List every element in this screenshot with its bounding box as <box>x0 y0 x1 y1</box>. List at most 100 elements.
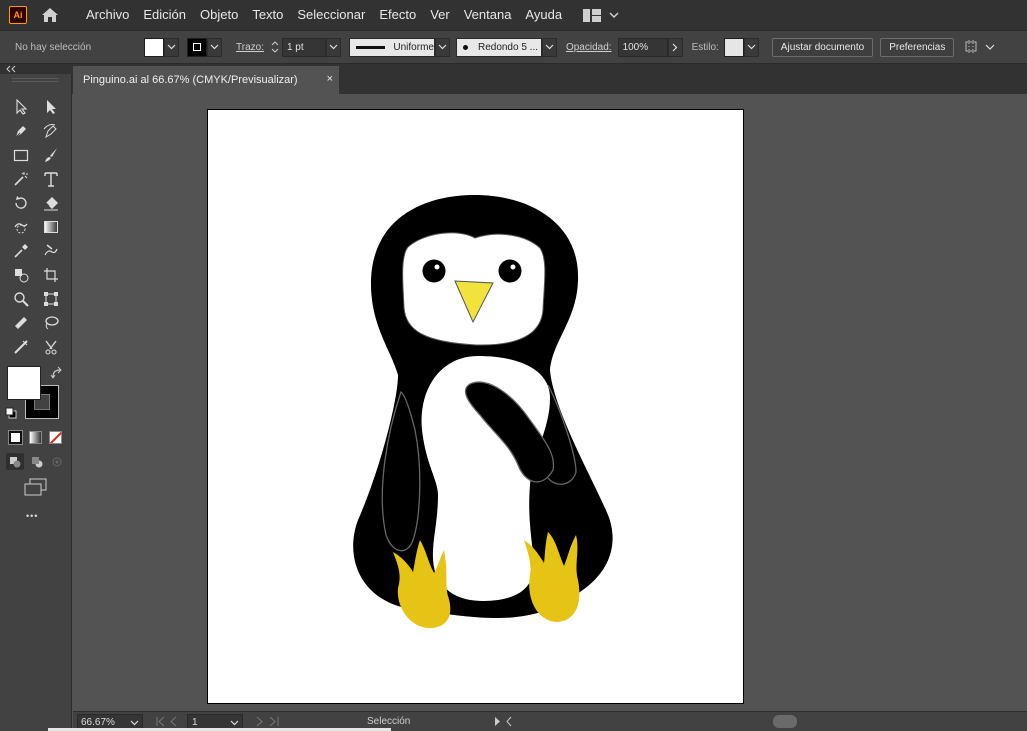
preferencias-button[interactable]: Preferencias <box>880 37 955 57</box>
current-tool-label: Selección <box>367 716 411 727</box>
artboard[interactable] <box>207 109 744 704</box>
menu-ver[interactable]: Ver <box>423 0 457 30</box>
chevron-down-icon <box>747 44 756 50</box>
type-tool-icon[interactable] <box>39 168 63 190</box>
menu-efecto[interactable]: Efecto <box>372 0 423 30</box>
menu-texto[interactable]: Texto <box>245 0 290 30</box>
draw-behind-icon[interactable] <box>28 453 46 470</box>
penguin-right-eye-highlight <box>510 264 516 270</box>
lasso-tool-icon[interactable] <box>39 312 63 334</box>
chevron-down-icon <box>609 12 619 19</box>
curvature-tool-icon[interactable] <box>39 120 63 142</box>
menu-ayuda[interactable]: Ayuda <box>518 0 569 30</box>
zoom-tool-icon[interactable] <box>9 288 33 310</box>
gradient-tool-icon[interactable] <box>39 216 63 238</box>
penguin-left-eye-highlight <box>434 264 440 270</box>
menu-ventana[interactable]: Ventana <box>457 0 519 30</box>
shape-builder-tool-icon[interactable] <box>9 264 33 286</box>
status-menu-icon[interactable] <box>493 716 513 727</box>
direct-selection-tool-icon[interactable] <box>39 96 63 118</box>
ruler-tool-icon[interactable] <box>9 312 33 334</box>
selection-tool-icon[interactable] <box>9 96 33 118</box>
gradient-mode-button[interactable] <box>29 431 42 444</box>
arrange-documents-button[interactable] <box>964 39 995 55</box>
warp-tool-icon[interactable] <box>9 216 33 238</box>
ajustar-documento-button[interactable]: Ajustar documento <box>771 37 874 57</box>
opacity-field[interactable]: 100% <box>617 37 668 57</box>
fill-dropdown[interactable] <box>164 37 179 57</box>
pen-tool-icon[interactable] <box>9 120 33 142</box>
last-artboard-icon[interactable] <box>253 716 281 727</box>
menu-bar: Ai Archivo Edición Objeto Texto Seleccio… <box>0 0 1027 30</box>
document-tab[interactable]: Pinguino.ai al 66.67% (CMYK/Previsualiza… <box>73 66 339 94</box>
collapse-panel-icon[interactable] <box>5 65 17 73</box>
none-mode-button[interactable] <box>49 431 62 444</box>
toolbar-grip[interactable] <box>12 78 58 82</box>
free-transform-tool-icon[interactable] <box>39 288 63 310</box>
swap-fill-stroke-icon[interactable] <box>50 366 64 380</box>
chevron-down-icon <box>545 44 554 50</box>
brush-dot-icon <box>462 44 468 50</box>
toolbar-header <box>0 64 72 74</box>
chevron-down-icon <box>130 720 139 726</box>
chevron-right-icon <box>672 43 678 51</box>
brush-dropdown[interactable] <box>541 37 557 57</box>
chevron-down-icon <box>985 44 995 50</box>
menu-edicion[interactable]: Edición <box>136 0 193 30</box>
workspace-switcher[interactable] <box>583 8 621 22</box>
style-swatch[interactable] <box>723 37 744 57</box>
edit-toolbar-button[interactable]: ••• <box>26 511 38 521</box>
default-colors-icon[interactable] <box>5 407 17 419</box>
rotate-tool-icon[interactable] <box>9 192 33 214</box>
stroke-profile-preview <box>355 45 386 49</box>
artboard-tool-icon[interactable] <box>39 264 63 286</box>
style-label: Estilo: <box>691 41 719 53</box>
stroke-dropdown[interactable] <box>207 37 222 57</box>
magic-wand-tool-icon[interactable] <box>9 168 33 190</box>
chevron-down-icon <box>329 44 338 50</box>
horizontal-scrollbar-thumb[interactable] <box>773 715 797 728</box>
opacity-label[interactable]: Opacidad: <box>566 42 612 53</box>
paintbrush-tool-icon[interactable] <box>39 144 63 166</box>
rectangle-tool-icon[interactable] <box>9 144 33 166</box>
stroke-swatch[interactable] <box>187 37 207 57</box>
chevron-down-icon <box>167 44 176 50</box>
stroke-profile-select[interactable]: Uniforme <box>348 37 435 57</box>
document-tab-title: Pinguino.ai al 66.67% (CMYK/Previsualiza… <box>83 74 298 86</box>
menu-seleccionar[interactable]: Seleccionar <box>290 0 372 30</box>
stroke-profile-dropdown[interactable] <box>434 37 450 57</box>
canvas-area[interactable] <box>73 94 1027 711</box>
close-icon[interactable]: × <box>327 73 333 85</box>
menu-objeto[interactable]: Objeto <box>193 0 245 30</box>
chevron-down-icon <box>230 720 239 726</box>
opacity-arrow[interactable] <box>667 37 683 57</box>
stroke-weight-stepper[interactable] <box>270 38 280 57</box>
blend-tool-icon[interactable] <box>39 240 63 262</box>
style-dropdown[interactable] <box>743 37 759 57</box>
brush-label: Redondo 5 ... <box>477 41 539 53</box>
eyedropper-tool-icon[interactable] <box>9 240 33 262</box>
home-icon[interactable] <box>39 4 61 26</box>
app-logo: Ai <box>9 6 27 24</box>
stroke-weight-dropdown[interactable] <box>325 37 341 57</box>
illustrator-window: Ai Archivo Edición Objeto Texto Seleccio… <box>0 0 1027 731</box>
draw-normal-icon[interactable] <box>6 453 24 470</box>
stroke-swatch-inner <box>193 43 201 51</box>
none-slash <box>50 432 61 443</box>
penguin-right-eye <box>498 259 522 283</box>
penguin-illustration[interactable] <box>208 110 745 705</box>
color-mode-button[interactable] <box>8 430 23 445</box>
chevron-down-icon <box>210 44 219 50</box>
screen-mode-icon[interactable] <box>24 478 48 496</box>
fill-indicator[interactable] <box>7 366 41 400</box>
brush-select[interactable]: Redondo 5 ... <box>455 37 542 57</box>
menu-archivo[interactable]: Archivo <box>79 0 136 30</box>
eraser-tool-icon[interactable] <box>39 192 63 214</box>
stroke-weight-field[interactable]: 1 pt <box>281 37 326 57</box>
fill-swatch[interactable] <box>144 37 164 57</box>
measure-tool-icon[interactable] <box>9 336 33 358</box>
scissors-tool-icon[interactable] <box>39 336 63 358</box>
first-artboard-icon[interactable] <box>155 716 181 727</box>
stroke-label[interactable]: Trazo: <box>236 42 264 53</box>
draw-inside-icon[interactable] <box>48 453 66 470</box>
